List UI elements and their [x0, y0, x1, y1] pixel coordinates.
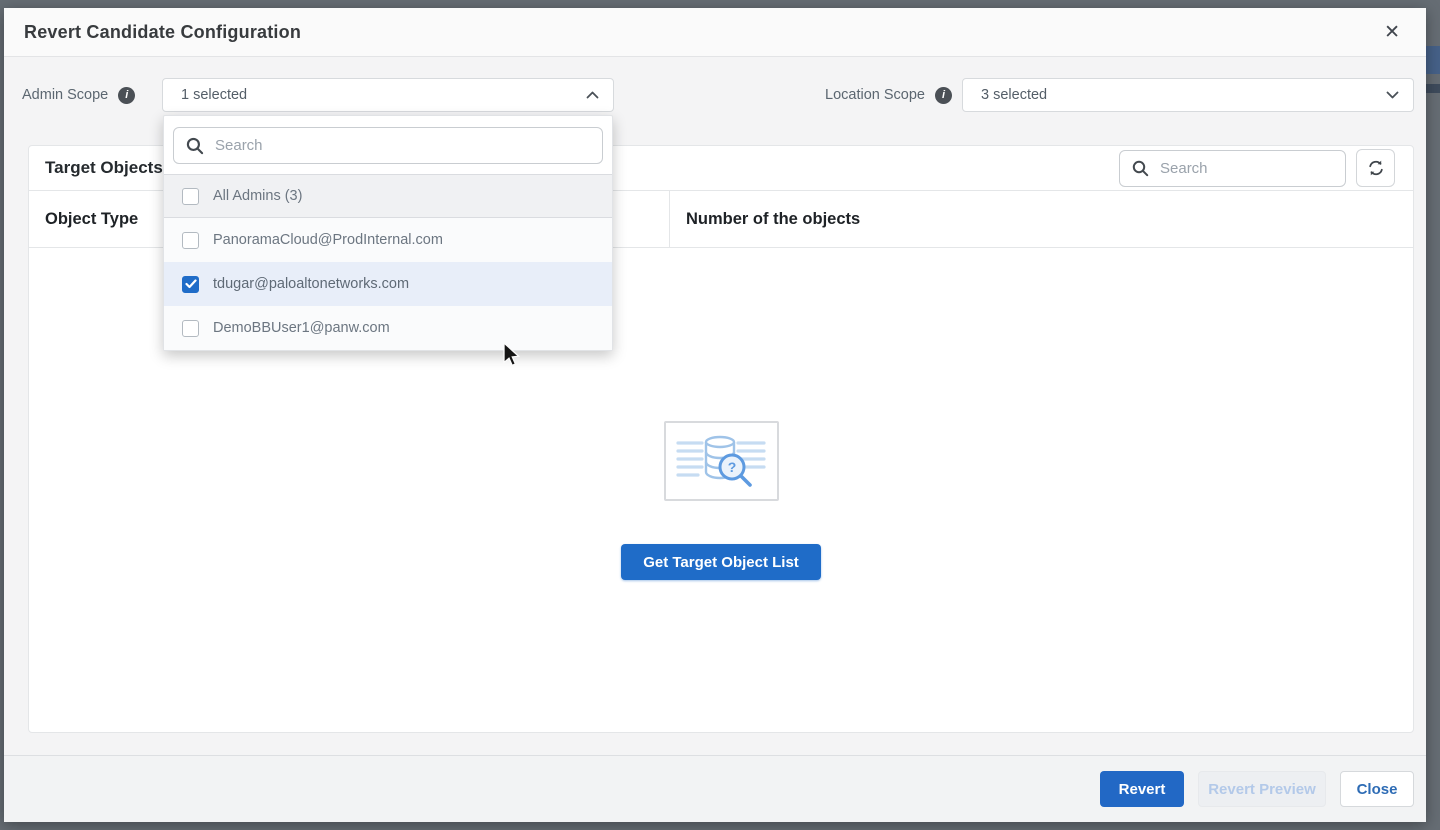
admin-scope-dropdown: All Admins (3) PanoramaCloud@ProdInterna… — [163, 115, 613, 351]
info-icon[interactable]: i — [935, 87, 952, 104]
chevron-down-icon — [1386, 91, 1399, 99]
revert-candidate-configuration-modal: Revert Candidate Configuration ✕ Admin S… — [4, 8, 1426, 822]
location-scope-select[interactable]: 3 selected — [962, 78, 1414, 112]
dropdown-options: All Admins (3) PanoramaCloud@ProdInterna… — [164, 174, 612, 350]
get-target-object-list-button[interactable]: Get Target Object List — [621, 544, 821, 580]
admin-scope-control: Admin Scope i 1 selected — [22, 78, 614, 112]
svg-text:?: ? — [727, 459, 736, 475]
option-label: DemoBBUser1@panw.com — [213, 320, 390, 336]
dropdown-option-demobbuser1[interactable]: DemoBBUser1@panw.com — [164, 306, 612, 350]
background-page-fragment — [1426, 84, 1440, 93]
checkbox[interactable] — [182, 188, 199, 205]
database-search-icon: ? — [664, 421, 779, 501]
modal-header: Revert Candidate Configuration ✕ — [4, 8, 1426, 57]
checkbox[interactable] — [182, 276, 199, 293]
location-scope-value: 3 selected — [981, 87, 1047, 103]
dropdown-option-panoramacloud[interactable]: PanoramaCloud@ProdInternal.com — [164, 218, 612, 262]
target-objects-search[interactable] — [1119, 150, 1346, 187]
dropdown-option-tdugar[interactable]: tdugar@paloaltonetworks.com — [164, 262, 612, 306]
revert-preview-button[interactable]: Revert Preview — [1198, 771, 1326, 807]
target-objects-title: Target Objects — [45, 158, 163, 178]
close-icon[interactable]: ✕ — [1378, 19, 1406, 46]
modal-footer: Revert Revert Preview Close — [4, 755, 1426, 822]
info-icon[interactable]: i — [118, 87, 135, 104]
admin-scope-value: 1 selected — [181, 87, 247, 103]
search-icon — [186, 137, 204, 155]
revert-button[interactable]: Revert — [1100, 771, 1184, 807]
admin-scope-label: Admin Scope — [22, 87, 108, 103]
location-scope-control: Location Scope i 3 selected — [825, 78, 1414, 112]
close-button[interactable]: Close — [1340, 771, 1414, 807]
chevron-up-icon — [586, 91, 599, 99]
checkbox[interactable] — [182, 232, 199, 249]
refresh-icon[interactable] — [1356, 149, 1395, 187]
checkbox[interactable] — [182, 320, 199, 337]
option-label: tdugar@paloaltonetworks.com — [213, 276, 409, 292]
target-objects-search-input[interactable] — [1160, 160, 1335, 177]
background-page-fragment — [1426, 46, 1440, 74]
dropdown-option-all-admins[interactable]: All Admins (3) — [164, 174, 612, 218]
search-icon — [1132, 160, 1149, 177]
modal-title: Revert Candidate Configuration — [24, 22, 301, 43]
option-label: All Admins (3) — [213, 188, 302, 204]
dropdown-search[interactable] — [173, 127, 603, 164]
admin-scope-select[interactable]: 1 selected — [162, 78, 614, 112]
dropdown-search-input[interactable] — [215, 137, 592, 154]
option-label: PanoramaCloud@ProdInternal.com — [213, 232, 443, 248]
location-scope-label: Location Scope — [825, 87, 925, 103]
column-header-number-of-objects: Number of the objects — [669, 191, 1413, 247]
